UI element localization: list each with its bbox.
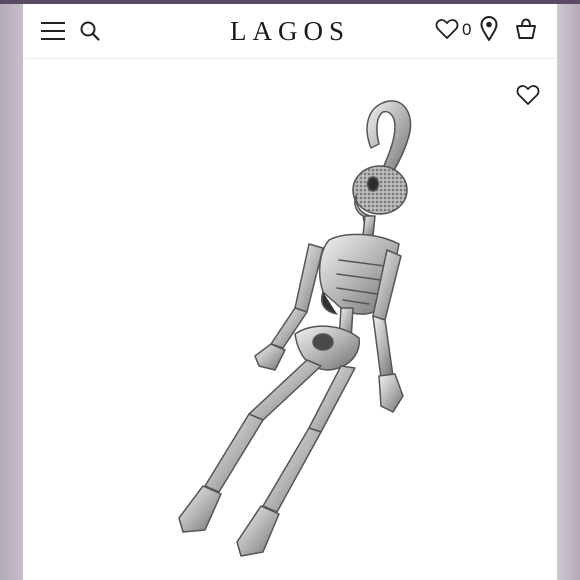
product-page: LAGOS 0 <box>23 4 557 580</box>
shopping-bag-icon[interactable] <box>514 17 538 41</box>
heart-outline-icon[interactable] <box>516 84 540 106</box>
map-pin-icon[interactable] <box>480 16 498 42</box>
product-image-area <box>23 59 557 580</box>
site-header: LAGOS 0 <box>23 4 557 59</box>
skeleton-pendant-image <box>178 100 412 557</box>
brand-logo[interactable]: LAGOS <box>190 15 390 47</box>
wishlist-count: 0 <box>462 20 472 39</box>
heart-icon <box>435 19 459 39</box>
search-icon[interactable] <box>79 20 101 42</box>
hamburger-menu-icon[interactable] <box>41 21 65 41</box>
